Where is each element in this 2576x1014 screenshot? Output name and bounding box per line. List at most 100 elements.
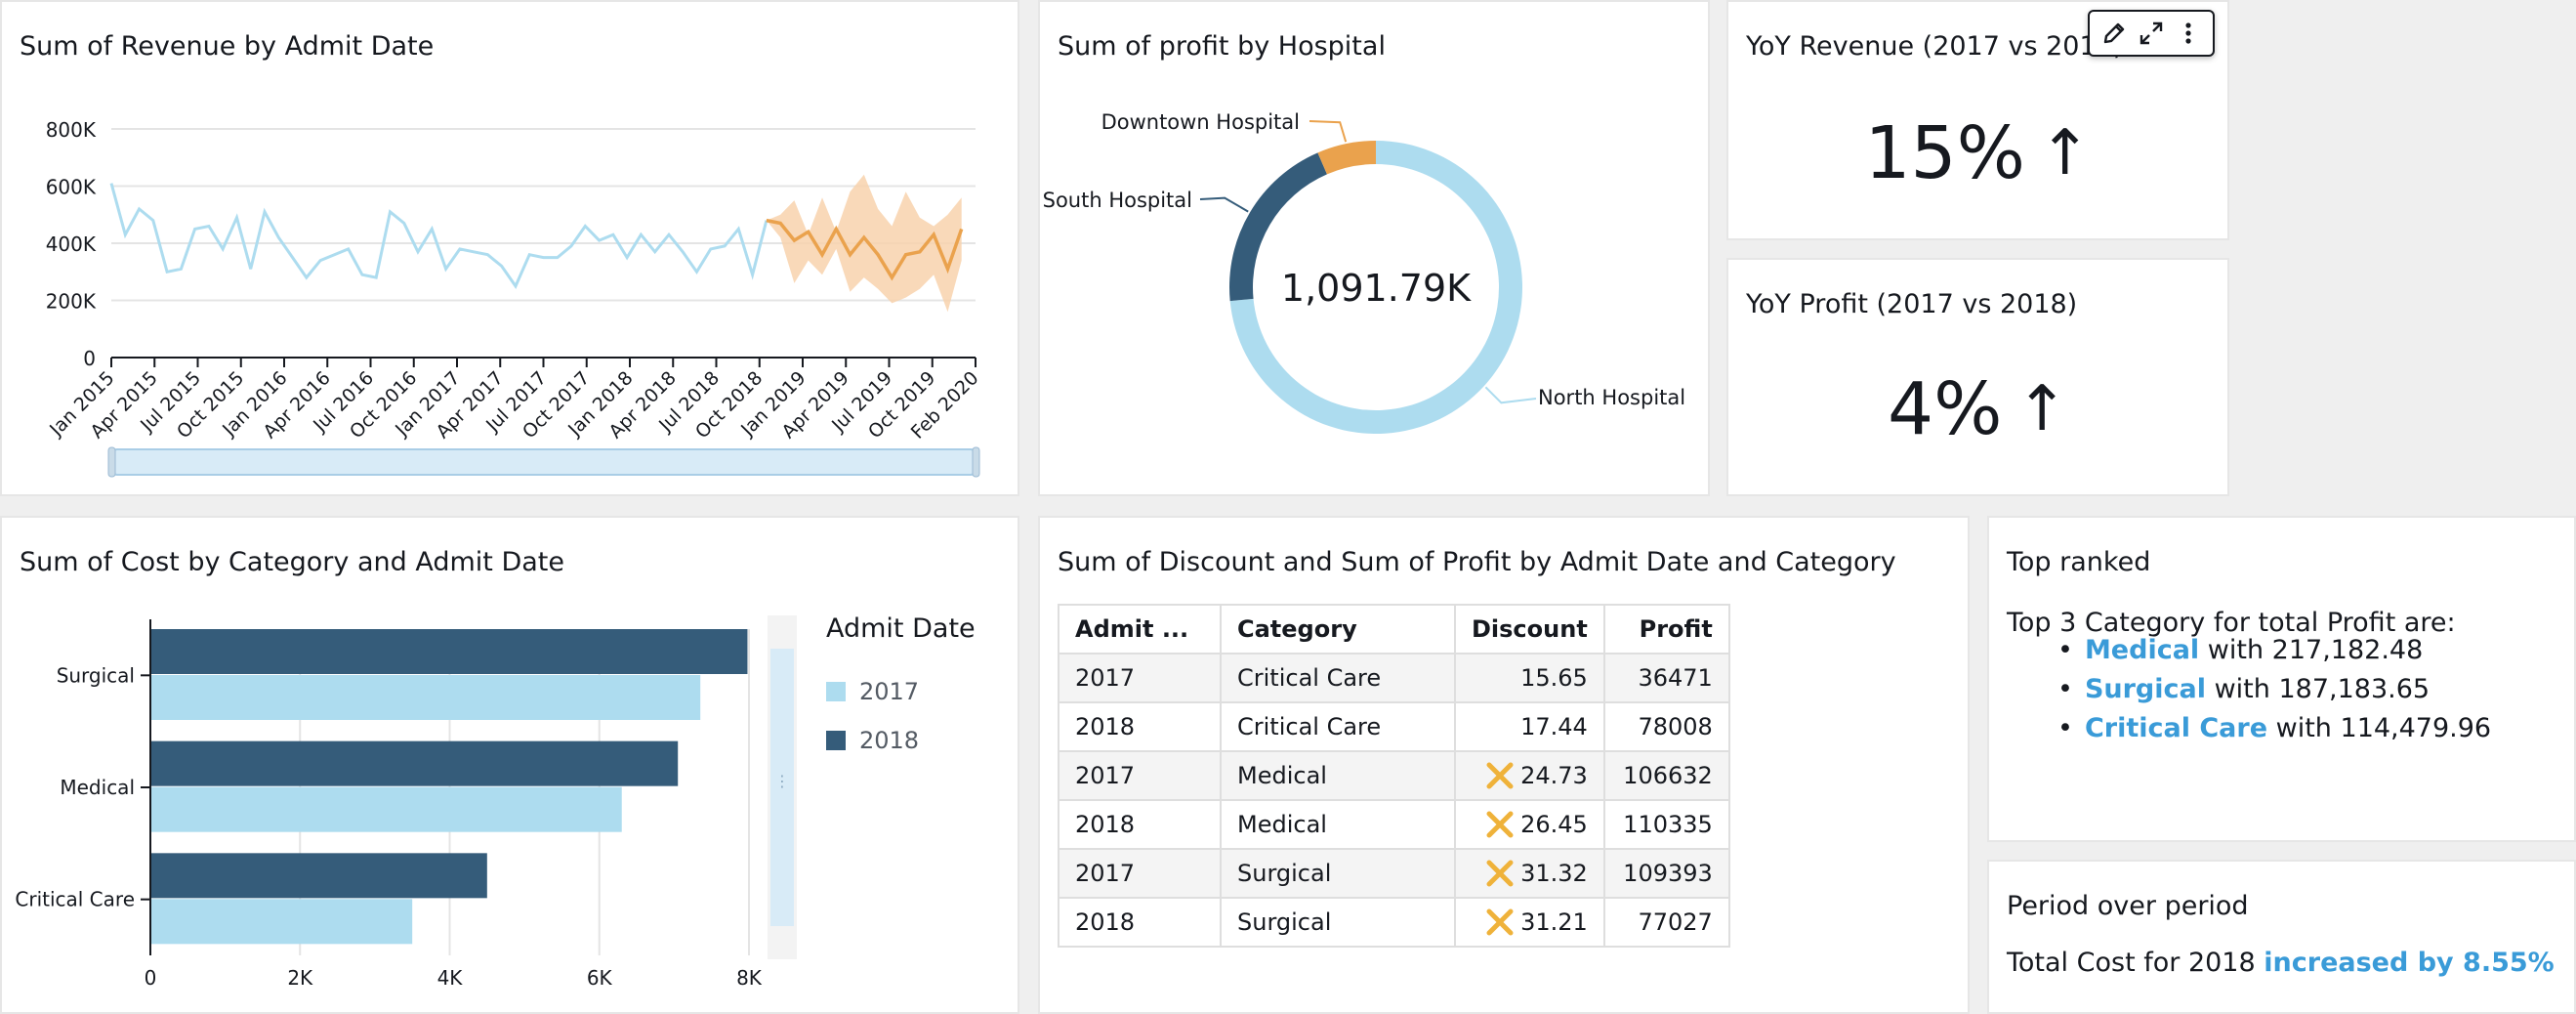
revenue-chart: 0200K400K600K800KJan 2015Apr 2015Jul 201… (45, 118, 983, 478)
range-slider-handle-right[interactable] (972, 446, 980, 478)
visual-toolbar (2088, 10, 2215, 57)
kpi-revenue-card[interactable]: YoY Revenue (2017 vs 2018) 15% ↑ (1726, 0, 2229, 240)
revenue-card[interactable]: Sum of Revenue by Admit Date 0 200K 400K 60… (0, 0, 1019, 496)
ranked-value: 187,183.65 (2278, 674, 2431, 704)
cell-value: 2018 (1075, 811, 1136, 838)
cell-admit: 2017 (1058, 653, 1222, 703)
category-label: Medical (60, 776, 135, 799)
slice-label: Downtown Hospital (1101, 110, 1300, 134)
cost-card[interactable]: Sum of Cost by Category and Admit Date 0… (0, 516, 1019, 1014)
cell-admit: 2018 (1058, 799, 1222, 850)
kpi-profit-value: 4% (1887, 367, 2003, 451)
cell-value: Medical (1237, 762, 1327, 789)
cell-value: 78008 (1638, 713, 1713, 740)
pencil-icon[interactable] (2098, 18, 2130, 49)
table-row[interactable]: 2017 Critical Care 15.65 36471 (1058, 653, 1730, 703)
bar-2018-critical-care[interactable] (151, 853, 487, 899)
cell-value: 15.65 (1520, 664, 1588, 692)
period-card[interactable]: Period over period Total Cost for 2018 i… (1987, 860, 2576, 1014)
cell-admit: 2018 (1058, 897, 1222, 948)
cost-chart: 0 2K 4K 6K 8K Surgical Medical Critical Care ⋮ (15, 615, 797, 990)
cell-value: 2018 (1075, 713, 1136, 740)
bar-2018-surgical[interactable] (151, 629, 748, 674)
cell-value: 36471 (1638, 664, 1713, 692)
donut-slice-downtown-hospital[interactable] (1317, 141, 1376, 175)
bar-2017-surgical[interactable] (151, 675, 701, 720)
ranked-with: with (2214, 674, 2270, 704)
ranked-with: with (2275, 713, 2332, 743)
kpi-profit-value-wrap: 4% ↑ (1728, 367, 2227, 451)
table-row[interactable]: 2018 Critical Care 17.44 78008 (1058, 701, 1730, 752)
discount-table-title: Sum of Discount and Sum of Profit by Adm… (1058, 547, 1896, 577)
kpi-profit-title: YoY Profit (2017 vs 2018) (1746, 289, 2078, 319)
cell-value: 24.73 (1520, 762, 1588, 789)
cell-discount: 31.21 (1454, 897, 1605, 948)
cell-discount: 26.45 (1454, 799, 1605, 850)
y-tick-label: 400K (46, 232, 97, 256)
category-label: Critical Care (15, 888, 135, 911)
period-text: Total Cost for 2018 increased by 8.55% (2007, 948, 2555, 978)
table-row[interactable]: 2017 Surgical 31.32 109393 (1058, 848, 1730, 899)
warning-x-icon (1486, 762, 1514, 789)
cell-admit: 2017 (1058, 848, 1222, 899)
cell-profit: 110335 (1602, 799, 1730, 850)
period-title: Period over period (2007, 891, 2249, 921)
table-row[interactable]: 2018 Surgical 31.21 77027 (1058, 897, 1730, 948)
cell-value: Critical Care (1237, 664, 1382, 692)
ranked-value: 114,479.96 (2340, 713, 2492, 743)
legend-item-2017[interactable]: 2017 (826, 678, 919, 705)
slice-label: South Hospital (1043, 189, 1192, 212)
y-tick-label: 200K (46, 290, 97, 314)
ranked-category-link[interactable]: Critical Care (2085, 713, 2267, 743)
legend-swatch (826, 682, 846, 701)
slice-label: North Hospital (1538, 386, 1685, 409)
period-highlight[interactable]: increased by 8.55% (2264, 948, 2554, 978)
arrow-up-icon: ↑ (2015, 373, 2069, 445)
bar-2017-medical[interactable] (151, 786, 622, 832)
column-header-admit[interactable]: Admit ... (1058, 604, 1222, 655)
donut-center-value: 1,091.79K (1281, 267, 1472, 310)
kpi-profit-card[interactable]: YoY Profit (2017 vs 2018) 4% ↑ (1726, 258, 2229, 496)
ranked-category-link[interactable]: Medical (2085, 635, 2199, 665)
bar-2018-medical[interactable] (151, 740, 679, 786)
legend-item-2018[interactable]: 2018 (826, 727, 919, 754)
x-tick-label: 6K (587, 966, 613, 990)
discount-table-card[interactable]: Sum of Discount and Sum of Profit by Adm… (1038, 516, 1970, 1014)
forecast-band (766, 174, 962, 313)
warning-x-icon (1486, 908, 1514, 936)
top-ranked-card[interactable]: Top ranked Top 3 Category for total Prof… (1987, 516, 2576, 842)
cell-value: 17.44 (1520, 713, 1588, 740)
cell-value: Critical Care (1237, 713, 1382, 740)
table-row[interactable]: 2017 Medical 24.73 106632 (1058, 750, 1730, 801)
cell-profit: 77027 (1602, 897, 1730, 948)
hospital-card[interactable]: Sum of profit by Hospital North Hospital… (1038, 0, 1710, 496)
cell-discount: 17.44 (1454, 701, 1605, 752)
ranked-category-link[interactable]: Surgical (2085, 674, 2206, 704)
arrow-up-icon: ↑ (2038, 117, 2092, 190)
column-header-discount[interactable]: Discount (1454, 604, 1605, 655)
x-tick-label: 8K (736, 966, 763, 990)
leader-line (1484, 386, 1537, 404)
range-slider-handle-left[interactable] (107, 446, 116, 478)
list-item: Medical with 217,182.48 (2057, 635, 2491, 674)
kpi-revenue-value-wrap: 15% ↑ (1728, 111, 2227, 195)
range-slider[interactable] (110, 448, 977, 476)
expand-icon[interactable] (2136, 18, 2167, 49)
cell-category: Surgical (1220, 848, 1456, 899)
column-header-category[interactable]: Category (1220, 604, 1456, 655)
y-tick-label: 800K (46, 118, 97, 142)
x-tick-label: 4K (437, 966, 464, 990)
ranked-value: 217,182.48 (2271, 635, 2424, 665)
bar-2017-critical-care[interactable] (151, 899, 413, 945)
column-header-profit[interactable]: Profit (1602, 604, 1730, 655)
cell-value: 31.32 (1520, 860, 1588, 887)
more-vertical-icon[interactable] (2173, 18, 2204, 49)
discount-table: Admit ... Category Discount Profit 2017 C… (1058, 604, 1730, 948)
top-ranked-intro: Top 3 Category for total Profit are: (2007, 608, 2456, 638)
cell-value: Surgical (1237, 860, 1332, 887)
cell-value: 109393 (1623, 860, 1713, 887)
cell-profit: 106632 (1602, 750, 1730, 801)
cell-profit: 78008 (1602, 701, 1730, 752)
table-row[interactable]: 2018 Medical 26.45 110335 (1058, 799, 1730, 850)
cell-profit: 109393 (1602, 848, 1730, 899)
